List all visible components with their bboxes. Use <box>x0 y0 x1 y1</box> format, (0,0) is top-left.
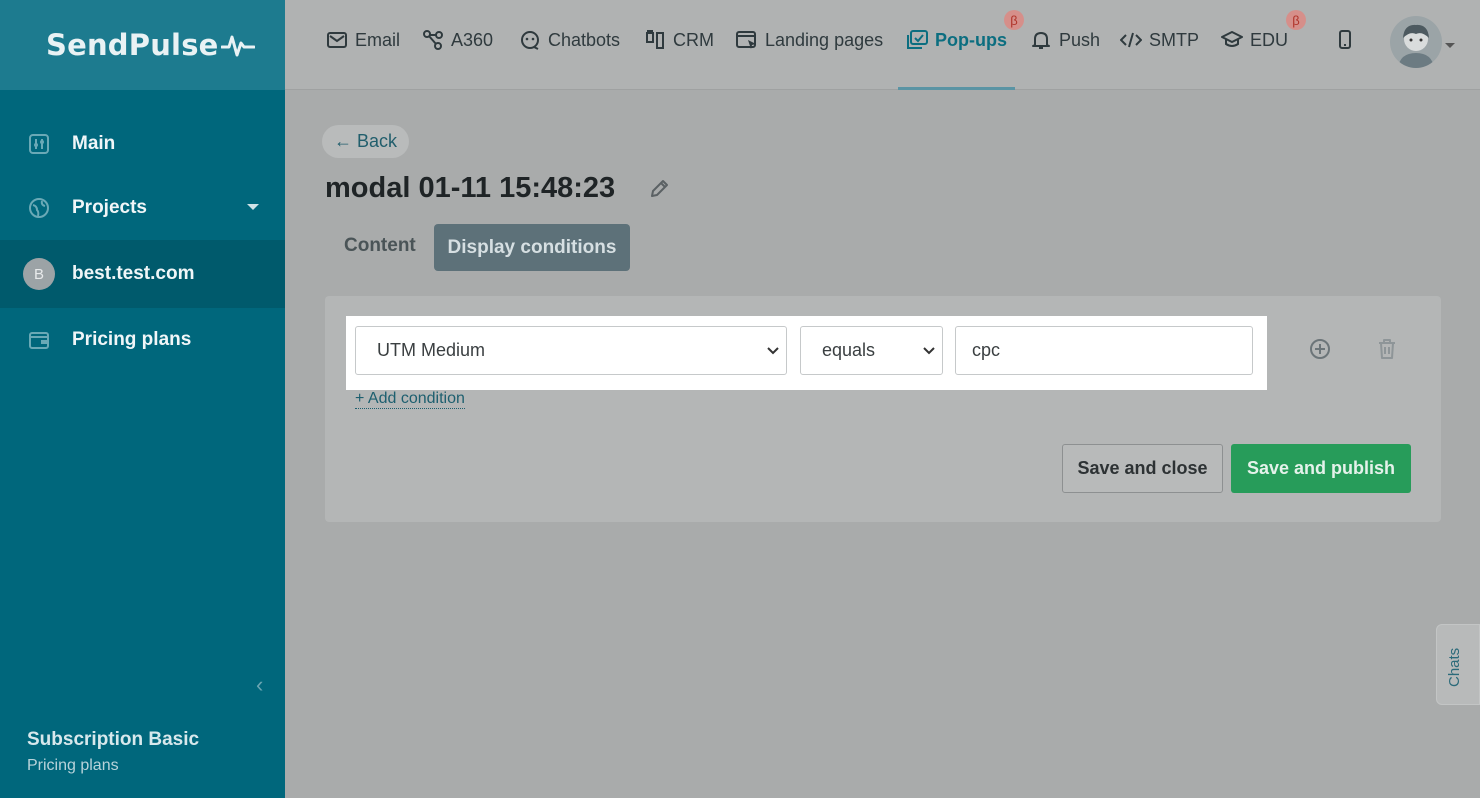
chat-icon <box>519 29 541 51</box>
dashboard-icon <box>27 132 51 156</box>
condition-row: UTM Medium equals cpc <box>346 316 1267 390</box>
active-tab-indicator <box>898 87 1015 90</box>
sidebar-nav: Main Projects B best.test.com Pricing pl… <box>0 112 285 372</box>
project-avatar: B <box>23 258 55 290</box>
tab-display-conditions[interactable]: Display conditions <box>434 224 630 271</box>
chats-tab[interactable]: Chats <box>1436 624 1480 705</box>
mobile-app-icon[interactable] <box>1338 30 1352 55</box>
logo[interactable]: SendPulse <box>0 0 285 90</box>
tab-email[interactable]: Email <box>326 27 400 53</box>
tab-crm[interactable]: CRM <box>644 27 714 53</box>
tab-landing-pages[interactable]: Landing pages <box>736 27 883 53</box>
flow-icon <box>422 29 444 51</box>
tab-label: Landing pages <box>765 29 884 50</box>
envelope-icon <box>326 29 348 51</box>
user-avatar[interactable] <box>1390 16 1442 68</box>
sidebar-item-label: Projects <box>72 197 147 218</box>
condition-field-select[interactable]: UTM Medium <box>355 326 787 375</box>
select-value: equals <box>822 340 876 360</box>
tab-label: Push <box>1059 29 1101 50</box>
sidebar-item-project-site[interactable]: B best.test.com <box>0 240 285 308</box>
wallet-icon <box>27 328 51 352</box>
save-and-publish-button[interactable]: Save and publish <box>1231 444 1411 493</box>
tab-label: A360 <box>451 29 494 50</box>
chevron-down-icon[interactable] <box>247 204 259 210</box>
subscription-box: Subscription Basic Pricing plans <box>27 729 199 775</box>
tab-chatbots[interactable]: Chatbots <box>519 27 620 53</box>
landing-icon <box>736 29 758 51</box>
beta-badge: β <box>1004 10 1024 30</box>
tab-push[interactable]: Push <box>1030 27 1100 53</box>
chevron-down-icon <box>767 347 779 355</box>
bell-icon <box>1030 29 1052 51</box>
sidebar: SendPulse Main Projects B best.test.com <box>0 0 285 798</box>
pulse-logo-icon <box>220 35 255 57</box>
add-condition-link[interactable]: + Add condition <box>355 390 465 409</box>
sidebar-item-label: best.test.com <box>72 263 195 284</box>
tab-a360[interactable]: A360 <box>422 27 493 53</box>
input-value: cpc <box>972 340 1001 360</box>
plan-link[interactable]: Pricing plans <box>27 757 199 775</box>
sidebar-item-pricing[interactable]: Pricing plans <box>0 308 285 372</box>
tab-label: Pop-ups <box>935 29 1007 50</box>
collapse-sidebar-icon[interactable]: ‹ <box>256 672 263 698</box>
chevron-down-icon[interactable] <box>1445 43 1455 48</box>
code-icon <box>1120 29 1142 51</box>
beta-badge: β <box>1286 10 1306 30</box>
sidebar-item-main[interactable]: Main <box>0 112 285 176</box>
popup-icon <box>906 29 928 51</box>
kanban-icon <box>644 29 666 51</box>
trash-icon[interactable] <box>1377 338 1397 365</box>
sidebar-item-label: Main <box>72 133 116 154</box>
tab-label: Email <box>355 29 401 50</box>
edit-pencil-icon[interactable] <box>648 178 670 205</box>
back-button[interactable]: ← Back <box>322 125 409 158</box>
plan-title: Subscription Basic <box>27 729 200 750</box>
tab-content[interactable]: Content <box>344 235 416 257</box>
tab-edu[interactable]: EDU <box>1221 27 1288 53</box>
top-navigation: Email A360 Chatbots CRM Landing pages Po… <box>285 0 1480 90</box>
tab-label: SMTP <box>1149 29 1200 50</box>
chats-label: Chats <box>1446 647 1463 687</box>
condition-value-input[interactable]: cpc <box>955 326 1253 375</box>
condition-operator-select[interactable]: equals <box>800 326 943 375</box>
page-title: modal 01-11 15:48:23 <box>325 172 616 204</box>
globe-icon <box>27 196 51 220</box>
save-and-close-button[interactable]: Save and close <box>1062 444 1223 493</box>
graduation-icon <box>1221 29 1243 51</box>
sidebar-item-projects[interactable]: Projects <box>0 176 285 240</box>
sidebar-item-label: Pricing plans <box>72 329 192 350</box>
add-circle-icon[interactable] <box>1309 338 1331 365</box>
tab-smtp[interactable]: SMTP <box>1120 27 1199 53</box>
select-value: UTM Medium <box>377 340 486 360</box>
tab-label: CRM <box>673 29 714 50</box>
tab-label: EDU <box>1250 29 1289 50</box>
chevron-down-icon <box>923 347 935 355</box>
logo-text: SendPulse <box>46 28 219 62</box>
tab-label: Chatbots <box>548 29 621 50</box>
tab-popups[interactable]: Pop-ups <box>906 27 1007 53</box>
